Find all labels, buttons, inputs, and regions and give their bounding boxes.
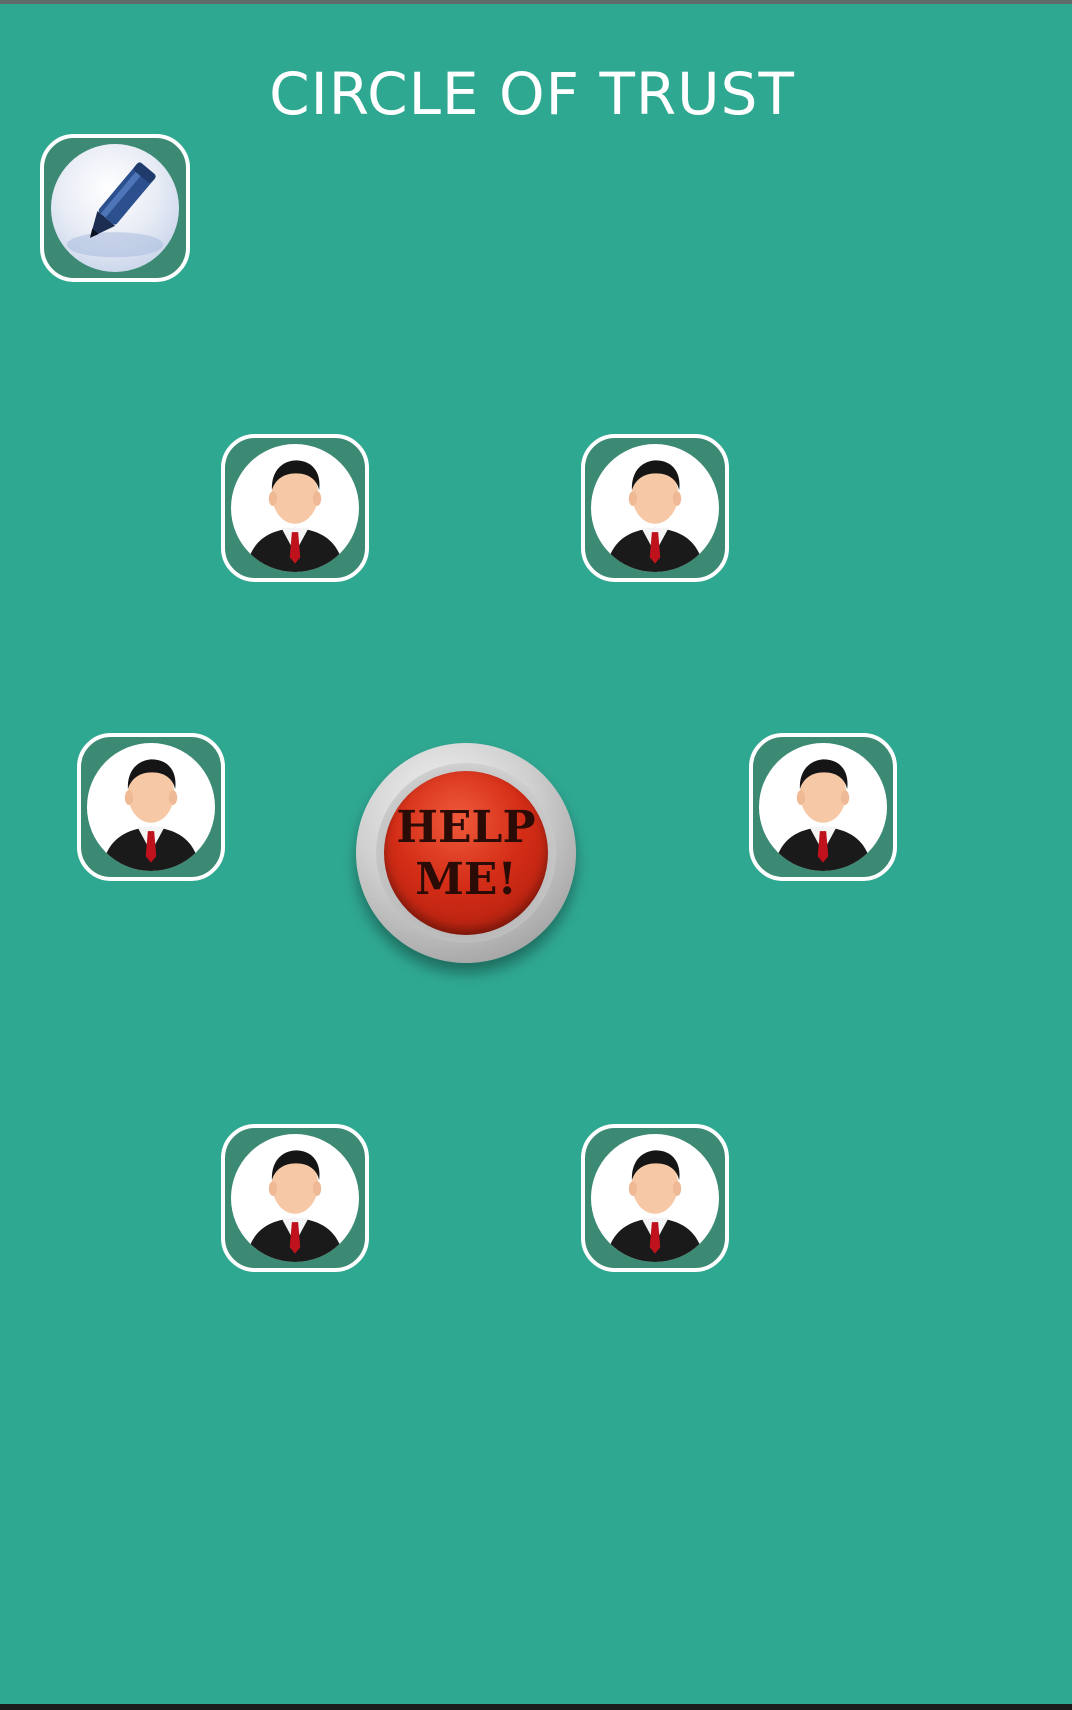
contact-slot-3[interactable] <box>77 733 225 881</box>
status-bar-strip <box>0 0 1072 4</box>
person-icon <box>245 460 345 572</box>
help-me-button[interactable]: HELP ME! <box>356 743 576 963</box>
contact-slot-2[interactable] <box>581 434 729 582</box>
pencil-icon <box>66 162 164 258</box>
person-icon <box>773 759 873 871</box>
help-label-line2: ME! <box>415 854 517 905</box>
contact-slot-5[interactable] <box>221 1124 369 1272</box>
person-icon <box>605 460 705 572</box>
person-icon <box>245 1150 345 1262</box>
app-screen: CIRCLE OF TRUST HELP ME! <box>0 0 1072 1710</box>
help-button-face <box>384 771 548 935</box>
contact-slot-6[interactable] <box>581 1124 729 1272</box>
page-title: CIRCLE OF TRUST <box>269 60 795 128</box>
help-label-line1: HELP <box>396 802 536 853</box>
contact-slot-4[interactable] <box>749 733 897 881</box>
person-icon <box>101 759 201 871</box>
contact-slot-1[interactable] <box>221 434 369 582</box>
edit-button[interactable] <box>40 134 190 282</box>
bottom-edge-strip <box>0 1704 1072 1710</box>
person-icon <box>605 1150 705 1262</box>
